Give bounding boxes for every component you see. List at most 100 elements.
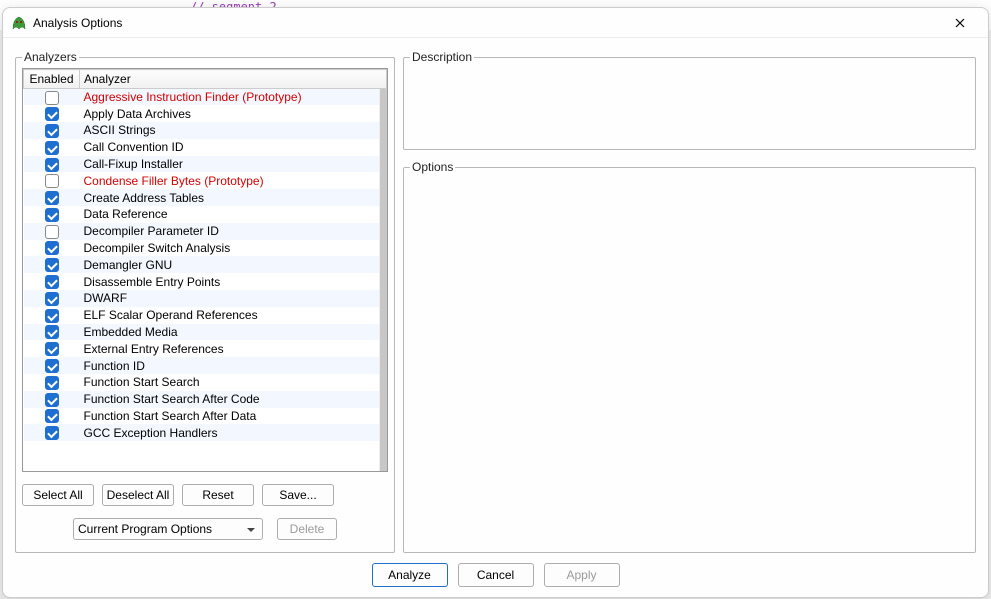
options-legend: Options xyxy=(410,160,455,174)
enabled-checkbox[interactable] xyxy=(45,275,59,289)
dialog-footer: Analyze Cancel Apply xyxy=(3,553,988,597)
table-row[interactable]: Condense Filler Bytes (Prototype) xyxy=(24,172,387,189)
program-options-combo[interactable]: Current Program Options xyxy=(73,518,263,540)
analyzer-name-cell: Embedded Media xyxy=(80,324,387,341)
table-row[interactable]: Call Convention ID xyxy=(24,139,387,156)
enabled-cell xyxy=(24,290,80,307)
enabled-checkbox[interactable] xyxy=(45,107,59,121)
table-row[interactable]: Data Reference xyxy=(24,206,387,223)
enabled-checkbox[interactable] xyxy=(45,393,59,407)
analyzer-name-cell: Demangler GNU xyxy=(80,256,387,273)
enabled-checkbox[interactable] xyxy=(45,91,59,105)
enabled-checkbox[interactable] xyxy=(45,124,59,138)
analyzer-name-cell: Function Start Search After Data xyxy=(80,408,387,425)
enabled-cell xyxy=(24,324,80,341)
table-row[interactable]: Create Address Tables xyxy=(24,189,387,206)
table-row[interactable]: ELF Scalar Operand References xyxy=(24,307,387,324)
enabled-checkbox[interactable] xyxy=(45,158,59,172)
analyze-button[interactable]: Analyze xyxy=(372,563,448,587)
table-row[interactable]: Decompiler Parameter ID xyxy=(24,223,387,240)
close-button[interactable] xyxy=(940,11,980,35)
enabled-checkbox[interactable] xyxy=(45,426,59,440)
reset-button[interactable]: Reset xyxy=(182,484,254,506)
enabled-checkbox[interactable] xyxy=(45,376,59,390)
enabled-checkbox[interactable] xyxy=(45,241,59,255)
analyzer-name-cell: ASCII Strings xyxy=(80,122,387,139)
analyzers-table-wrap: Enabled Analyzer Aggressive Instruction … xyxy=(22,68,388,472)
enabled-checkbox[interactable] xyxy=(45,309,59,323)
enabled-checkbox[interactable] xyxy=(45,225,59,239)
enabled-cell xyxy=(24,357,80,374)
enabled-cell xyxy=(24,223,80,240)
enabled-cell xyxy=(24,307,80,324)
enabled-checkbox[interactable] xyxy=(45,208,59,222)
enabled-cell xyxy=(24,256,80,273)
table-row[interactable]: Aggressive Instruction Finder (Prototype… xyxy=(24,89,387,106)
table-row[interactable]: Decompiler Switch Analysis xyxy=(24,240,387,257)
table-row[interactable]: GCC Exception Handlers xyxy=(24,424,387,441)
table-row[interactable]: Function Start Search After Code xyxy=(24,391,387,408)
analyzer-name-cell: Call-Fixup Installer xyxy=(80,156,387,173)
enabled-cell xyxy=(24,206,80,223)
analyzers-legend: Analyzers xyxy=(22,50,79,64)
delete-button: Delete xyxy=(277,518,337,540)
analyzer-button-row: Select All Deselect All Reset Save... xyxy=(22,484,388,506)
window-title: Analysis Options xyxy=(33,16,940,30)
analyzer-name-cell: Decompiler Parameter ID xyxy=(80,223,387,240)
analysis-options-dialog: Analysis Options Analyzers Enabled Analy… xyxy=(2,7,989,598)
table-row[interactable]: ASCII Strings xyxy=(24,122,387,139)
combo-selected-text: Current Program Options xyxy=(78,522,244,536)
enabled-cell xyxy=(24,424,80,441)
table-row[interactable]: Function ID xyxy=(24,357,387,374)
enabled-checkbox[interactable] xyxy=(45,409,59,423)
table-row[interactable]: Apply Data Archives xyxy=(24,105,387,122)
cancel-button[interactable]: Cancel xyxy=(458,563,534,587)
apply-button: Apply xyxy=(544,563,620,587)
enabled-checkbox[interactable] xyxy=(45,141,59,155)
enabled-cell xyxy=(24,374,80,391)
analyzer-name-cell: Aggressive Instruction Finder (Prototype… xyxy=(80,89,387,106)
analyzer-name-cell: Function Start Search xyxy=(80,374,387,391)
chevron-down-icon xyxy=(244,522,258,536)
table-row[interactable]: DWARF xyxy=(24,290,387,307)
table-row[interactable]: Function Start Search After Data xyxy=(24,408,387,425)
enabled-checkbox[interactable] xyxy=(45,191,59,205)
description-legend: Description xyxy=(410,50,474,64)
column-header-enabled[interactable]: Enabled xyxy=(24,70,80,89)
analyzer-name-cell: Decompiler Switch Analysis xyxy=(80,240,387,257)
enabled-checkbox[interactable] xyxy=(45,325,59,339)
enabled-checkbox[interactable] xyxy=(45,292,59,306)
analyzer-name-cell: Condense Filler Bytes (Prototype) xyxy=(80,172,387,189)
save-button[interactable]: Save... xyxy=(262,484,334,506)
enabled-cell xyxy=(24,122,80,139)
dialog-content: Analyzers Enabled Analyzer Aggressive In… xyxy=(3,38,988,553)
enabled-cell xyxy=(24,105,80,122)
analyzer-name-cell: GCC Exception Handlers xyxy=(80,424,387,441)
enabled-cell xyxy=(24,340,80,357)
table-row[interactable]: Embedded Media xyxy=(24,324,387,341)
table-row[interactable]: Function Start Search xyxy=(24,374,387,391)
analyzer-name-cell: Data Reference xyxy=(80,206,387,223)
ghidra-icon xyxy=(11,15,27,31)
analyzers-table-scroll[interactable]: Enabled Analyzer Aggressive Instruction … xyxy=(23,69,387,471)
enabled-checkbox[interactable] xyxy=(45,342,59,356)
enabled-cell xyxy=(24,408,80,425)
table-row[interactable]: Demangler GNU xyxy=(24,256,387,273)
analyzer-name-cell: Create Address Tables xyxy=(80,189,387,206)
analyzer-name-cell: Call Convention ID xyxy=(80,139,387,156)
column-header-analyzer[interactable]: Analyzer xyxy=(80,70,387,89)
table-row[interactable]: External Entry References xyxy=(24,340,387,357)
deselect-all-button[interactable]: Deselect All xyxy=(102,484,174,506)
description-group: Description xyxy=(403,50,976,150)
analyzer-name-cell: ELF Scalar Operand References xyxy=(80,307,387,324)
table-row[interactable]: Disassemble Entry Points xyxy=(24,273,387,290)
select-all-button[interactable]: Select All xyxy=(22,484,94,506)
enabled-checkbox[interactable] xyxy=(45,258,59,272)
options-group: Options xyxy=(403,160,976,553)
table-row[interactable]: Call-Fixup Installer xyxy=(24,156,387,173)
enabled-checkbox[interactable] xyxy=(45,174,59,188)
enabled-cell xyxy=(24,89,80,106)
options-combo-row: Current Program Options Delete xyxy=(22,518,388,540)
analyzer-name-cell: Function Start Search After Code xyxy=(80,391,387,408)
enabled-checkbox[interactable] xyxy=(45,359,59,373)
